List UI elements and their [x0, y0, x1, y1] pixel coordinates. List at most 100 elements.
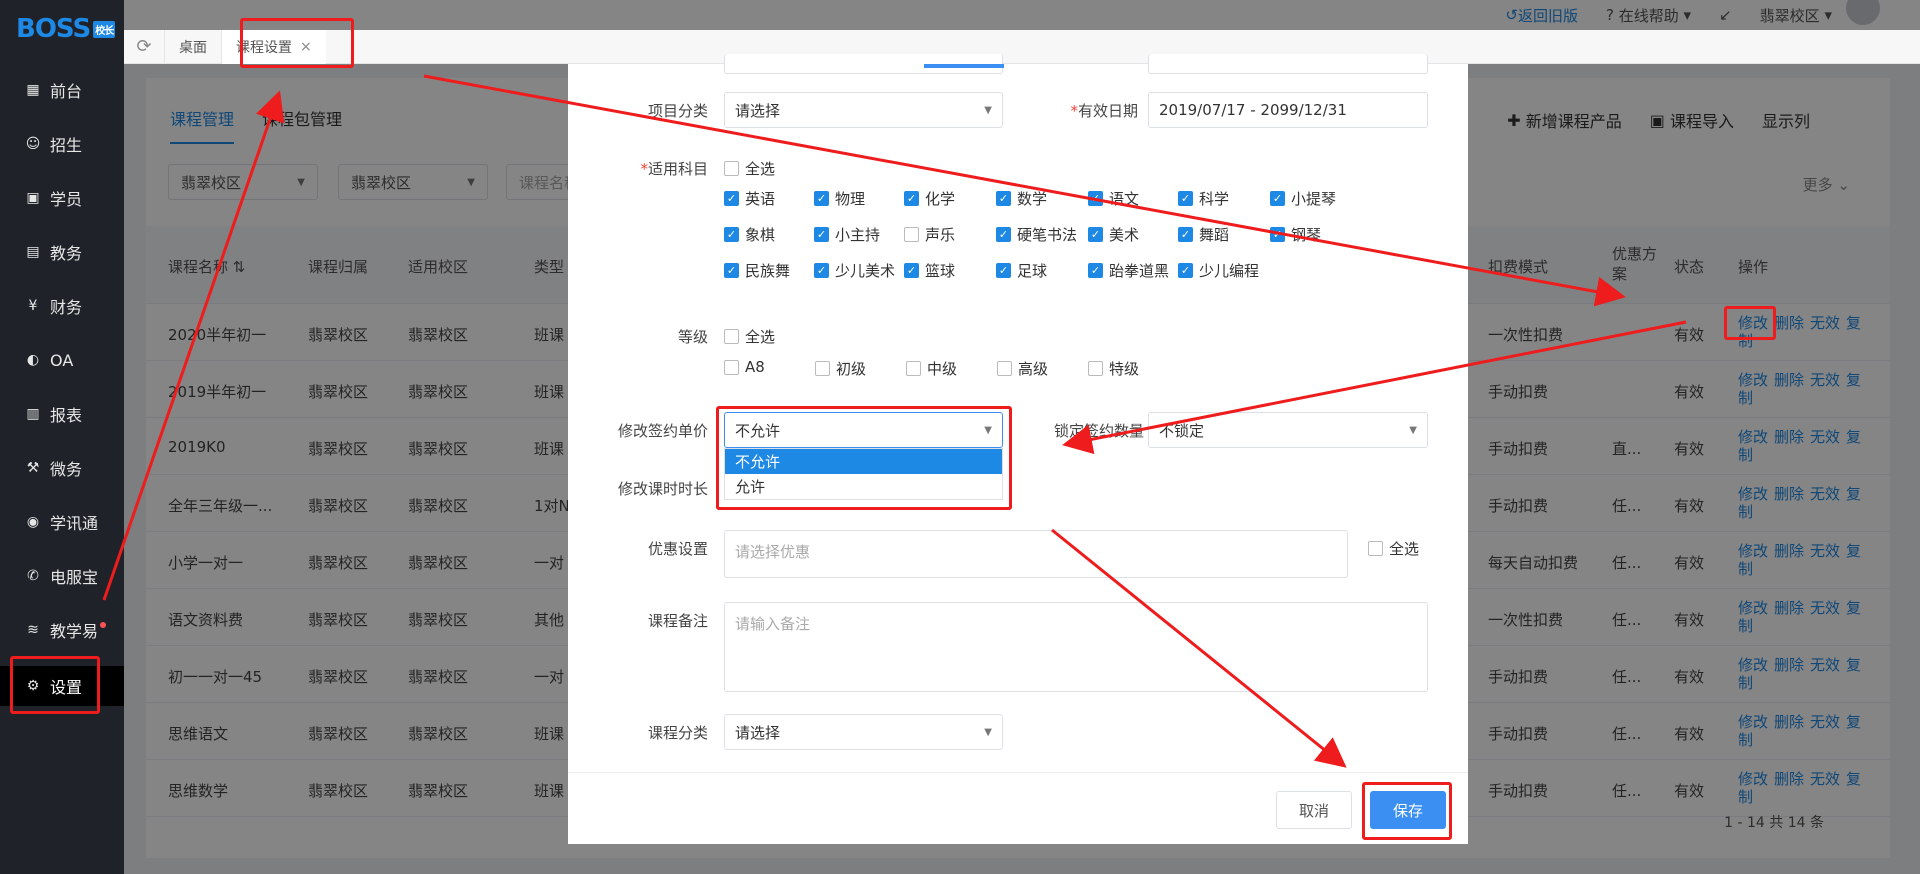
checked-icon: ✓ [1088, 227, 1103, 242]
sidebar-item-0[interactable]: ▦ 前台 [0, 70, 124, 110]
level-checkbox[interactable]: 初级 [815, 358, 866, 379]
subject-checkbox[interactable]: ✓ 物理 [814, 188, 865, 209]
refresh-icon[interactable]: ⟳ [124, 36, 164, 57]
annotation-box-save [1362, 782, 1452, 840]
micro-icon: ⚒ [26, 460, 40, 476]
checkbox-icon [904, 227, 919, 242]
student-icon: ▣ [26, 190, 40, 206]
checkbox-icon [815, 361, 830, 376]
subject-label: 少儿编程 [1199, 262, 1260, 280]
select-all-label: 全选 [745, 328, 776, 346]
subject-checkbox[interactable]: ✓ 舞蹈 [1178, 224, 1229, 245]
checked-icon: ✓ [1178, 263, 1193, 278]
level-checkbox[interactable]: 中级 [906, 358, 957, 379]
subject-checkbox[interactable]: ✓ 篮球 [904, 260, 955, 281]
valid-date-value: 2019/07/17 - 2099/12/31 [1159, 101, 1347, 119]
cancel-button[interactable]: 取消 [1276, 791, 1352, 829]
checked-icon: ✓ [724, 191, 739, 206]
subject-checkbox[interactable]: ✓ 民族舞 [724, 260, 790, 281]
level-checkbox[interactable]: 特级 [1088, 358, 1139, 379]
valid-date-text: 有效日期 [1077, 102, 1138, 120]
subject-checkbox[interactable]: ✓ 数学 [996, 188, 1047, 209]
subject-checkbox[interactable]: ✓ 钢琴 [1270, 224, 1321, 245]
checked-icon: ✓ [996, 227, 1011, 242]
note-label: 课程备注 [647, 612, 708, 630]
subject-checkbox[interactable]: ✓ 象棋 [724, 224, 775, 245]
level-label: 初级 [836, 360, 867, 378]
sidebar-item-9[interactable]: ✆ 电服宝 [0, 556, 124, 596]
sidebar-item-1[interactable]: ☺ 招生 [0, 124, 124, 164]
subject-checkbox[interactable]: ✓ 小主持 [814, 224, 880, 245]
book-icon: ▤ [26, 244, 40, 260]
sidebar-item-4[interactable]: ¥ 财务 [0, 286, 124, 326]
level-checkbox[interactable]: 高级 [997, 358, 1048, 379]
level-label: A8 [745, 358, 765, 376]
subject-checkbox[interactable]: ✓ 美术 [1088, 224, 1139, 245]
logo-text: BOSS [16, 14, 91, 44]
level-checkbox[interactable]: A8 [724, 358, 765, 376]
checkbox-icon [906, 361, 921, 376]
subject-checkbox[interactable]: ✓ 英语 [724, 188, 775, 209]
subject-checkbox[interactable]: ✓ 少儿编程 [1178, 260, 1259, 281]
subject-checkbox[interactable]: ✓ 硬笔书法 [996, 224, 1077, 245]
subject-label: 英语 [745, 190, 776, 208]
annotation-box-edit [1724, 306, 1776, 340]
sidebar-item-label: OA [50, 350, 74, 370]
modify-price-label: 修改签约单价 [617, 422, 708, 440]
sidebar-item-label: 财务 [50, 298, 83, 317]
subject-checkbox[interactable]: ✓ 小提琴 [1270, 188, 1336, 209]
checked-icon: ✓ [814, 227, 829, 242]
lock-quantity-select[interactable]: 不锁定 ▼ [1148, 412, 1428, 448]
course-category-label: 课程分类 [647, 724, 708, 742]
levels-select-all[interactable]: 全选 [724, 326, 775, 347]
caret-down-icon: ▼ [1409, 424, 1417, 436]
checkbox-icon [724, 329, 739, 344]
subject-label: 数学 [1017, 190, 1048, 208]
valid-date-label: *有效日期 [1070, 102, 1138, 120]
annotation-box-tab [240, 18, 354, 68]
sidebar-item-label: 学员 [50, 190, 83, 209]
subject-checkbox[interactable]: ✓ 语文 [1088, 188, 1139, 209]
checked-icon: ✓ [814, 263, 829, 278]
lock-quantity-value: 不锁定 [1159, 421, 1205, 440]
modify-duration-label: 修改课时时长 [617, 480, 708, 498]
subject-checkbox[interactable]: ✓ 科学 [1178, 188, 1229, 209]
sidebar-item-10[interactable]: ≋ 教学易 [0, 610, 124, 650]
user-add-icon: ☺ [25, 136, 41, 152]
subject-checkbox[interactable]: 声乐 [904, 224, 955, 245]
sidebar-item-7[interactable]: ⚒ 微务 [0, 448, 124, 488]
course-category-select[interactable]: 请选择 ▼ [724, 714, 1003, 750]
notification-dot [100, 622, 107, 628]
logo: BOSS 校长 [0, 0, 124, 58]
sidebar-item-label: 微务 [50, 460, 83, 479]
note-textarea[interactable]: 请输入备注 [724, 602, 1428, 692]
valid-date-range-input[interactable]: 2019/07/17 - 2099/12/31 [1148, 92, 1428, 128]
level-label: 高级 [1018, 360, 1049, 378]
checked-icon: ✓ [904, 263, 919, 278]
subjects-select-all[interactable]: 全选 [724, 158, 775, 179]
sidebar-item-2[interactable]: ▣ 学员 [0, 178, 124, 218]
sidebar-item-label: 报表 [50, 406, 83, 425]
sidebar-item-3[interactable]: ▤ 教务 [0, 232, 124, 272]
promo-select-all[interactable]: 全选 [1368, 538, 1419, 559]
sidebar-item-8[interactable]: ◉ 学讯通 [0, 502, 124, 542]
checkbox-icon [1088, 361, 1103, 376]
sidebar-item-5[interactable]: ◐ OA [0, 340, 124, 380]
caret-down-icon: ▼ [984, 726, 992, 738]
checkbox-icon [724, 161, 739, 176]
oa-icon: ◐ [26, 352, 40, 368]
subject-checkbox[interactable]: ✓ 跆拳道黑 [1088, 260, 1169, 281]
subject-label: 小主持 [835, 226, 881, 244]
checked-icon: ✓ [1178, 191, 1193, 206]
checked-icon: ✓ [1270, 191, 1285, 206]
subject-checkbox[interactable]: ✓ 化学 [904, 188, 955, 209]
promo-input[interactable]: 请选择优惠 [724, 530, 1348, 578]
tab-bar: ⟳ 桌面 课程设置 × [124, 29, 1920, 64]
sidebar-item-6[interactable]: ▥ 报表 [0, 394, 124, 434]
category-select[interactable]: 请选择 ▼ [724, 92, 1003, 128]
subject-checkbox[interactable]: ✓ 足球 [996, 260, 1047, 281]
tab-desktop[interactable]: 桌面 [164, 29, 221, 64]
checkbox-icon [997, 361, 1012, 376]
sidebar-item-label: 学讯通 [50, 514, 99, 533]
subject-checkbox[interactable]: ✓ 少儿美术 [814, 260, 895, 281]
